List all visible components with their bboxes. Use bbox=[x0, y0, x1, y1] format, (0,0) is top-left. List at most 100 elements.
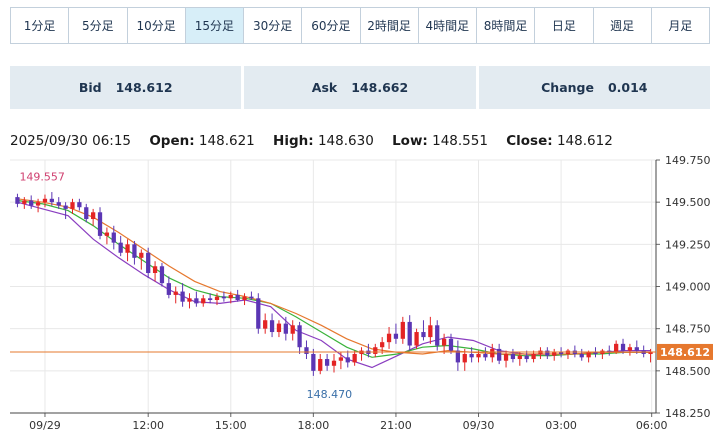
candle-body bbox=[42, 198, 48, 203]
candle-body bbox=[386, 333, 392, 343]
candle-body bbox=[173, 291, 178, 295]
candle-body bbox=[435, 325, 440, 346]
candle-body bbox=[15, 197, 20, 204]
min-price-label: 148.470 bbox=[307, 388, 353, 401]
y-tick-label: 149.500 bbox=[665, 196, 711, 209]
candle-body bbox=[524, 355, 529, 360]
x-tick-label: 06:00 bbox=[636, 419, 668, 432]
x-tick-label: 09/30 bbox=[463, 419, 495, 432]
candle-body bbox=[579, 353, 584, 358]
close-label: Close: bbox=[506, 133, 553, 149]
tab-monthly[interactable]: 月足 bbox=[651, 8, 709, 43]
candle-body bbox=[49, 198, 54, 203]
candle-body bbox=[331, 360, 337, 366]
candle-body bbox=[407, 321, 412, 346]
y-tick-label: 148.250 bbox=[665, 407, 711, 420]
tab-daily[interactable]: 日足 bbox=[535, 8, 594, 43]
ask-label: Ask bbox=[311, 80, 338, 95]
change-value: 0.014 bbox=[607, 80, 648, 95]
x-tick-label: 18:00 bbox=[298, 419, 330, 432]
tab-60min[interactable]: 60分足 bbox=[302, 8, 361, 43]
candle-body bbox=[84, 207, 89, 220]
candle-body bbox=[132, 244, 137, 258]
bid-value: 148.612 bbox=[115, 80, 173, 95]
candle-body bbox=[125, 244, 130, 253]
candle-body bbox=[614, 343, 619, 353]
candle-body bbox=[63, 205, 68, 209]
tab-10min[interactable]: 10分足 bbox=[127, 8, 186, 43]
candle-body bbox=[77, 202, 82, 208]
ohlc-readout: 2025/09/30 06:15 Open: 148.621 High: 148… bbox=[10, 133, 627, 149]
y-tick-label: 149.000 bbox=[665, 281, 711, 294]
tab-1min[interactable]: 1分足 bbox=[11, 8, 70, 43]
change-label: Change bbox=[541, 80, 594, 95]
open-label: Open: bbox=[149, 133, 195, 149]
candle-body bbox=[297, 325, 302, 348]
candle-body bbox=[249, 296, 254, 299]
candle-body bbox=[510, 353, 516, 360]
candle-body bbox=[620, 343, 626, 351]
bid-label: Bid bbox=[78, 80, 102, 95]
candle-body bbox=[490, 348, 495, 358]
ask-value: 148.662 bbox=[351, 80, 409, 95]
candle-body bbox=[201, 298, 206, 304]
candle-body bbox=[283, 323, 288, 334]
low-value: 148.551 bbox=[432, 133, 488, 149]
candle-body bbox=[634, 347, 639, 351]
candle-body bbox=[428, 325, 433, 338]
candle-body bbox=[503, 353, 509, 361]
candle-body bbox=[304, 347, 309, 354]
candle-body bbox=[242, 296, 247, 300]
x-tick-label: 15:00 bbox=[215, 419, 247, 432]
quote-panel: Bid 148.612 Ask 148.662 Change 0.014 bbox=[10, 66, 710, 109]
x-tick-label: 12:00 bbox=[132, 419, 164, 432]
candle-body bbox=[97, 212, 103, 236]
candle-body bbox=[414, 332, 419, 346]
candle-body bbox=[166, 283, 171, 295]
candle-body bbox=[497, 348, 502, 361]
candle-body bbox=[22, 200, 27, 204]
candle-body bbox=[276, 323, 282, 333]
bid-box: Bid 148.612 bbox=[10, 66, 242, 109]
candle-body bbox=[517, 355, 522, 360]
tab-4h[interactable]: 4時間足 bbox=[418, 8, 477, 43]
candle-body bbox=[263, 320, 268, 329]
candle-body bbox=[462, 353, 467, 363]
candle-body bbox=[373, 347, 378, 354]
candle-body bbox=[214, 296, 220, 300]
max-price-label: 149.557 bbox=[19, 171, 64, 184]
candle-body bbox=[318, 359, 323, 371]
change-box: Change 0.014 bbox=[478, 66, 710, 109]
candle-body bbox=[552, 352, 557, 356]
tab-30min[interactable]: 30分足 bbox=[244, 8, 303, 43]
high-label: High: bbox=[273, 133, 314, 149]
candle-body bbox=[207, 298, 213, 300]
ohlc-datetime: 2025/09/30 06:15 bbox=[10, 133, 132, 149]
tab-2h[interactable]: 2時間足 bbox=[360, 8, 419, 43]
candle-body bbox=[56, 202, 61, 206]
candle-body bbox=[70, 202, 75, 209]
candle-body bbox=[469, 353, 474, 358]
candlestick-chart[interactable]: 149.750 149.500 149.250 149.000 148.750 148.5… bbox=[0, 150, 720, 435]
tab-5min[interactable]: 5分足 bbox=[69, 8, 128, 43]
ask-box: Ask 148.662 bbox=[244, 66, 476, 109]
y-tick-label: 149.250 bbox=[665, 238, 711, 251]
candle-body bbox=[393, 333, 399, 339]
candle-body bbox=[111, 232, 116, 243]
tab-8h[interactable]: 8時間足 bbox=[477, 8, 536, 43]
candle-body bbox=[187, 298, 192, 302]
candle-body bbox=[593, 352, 598, 354]
candle-body bbox=[228, 294, 233, 299]
candle-body bbox=[531, 353, 536, 360]
candle-body bbox=[104, 232, 110, 236]
candle-body bbox=[448, 338, 454, 351]
candle-body bbox=[648, 352, 653, 354]
candle-body bbox=[290, 325, 295, 334]
candle-body bbox=[338, 357, 344, 361]
candle-body bbox=[235, 294, 240, 300]
tab-15min[interactable]: 15分足 bbox=[185, 8, 244, 43]
close-value: 148.612 bbox=[556, 133, 613, 149]
tab-weekly[interactable]: 週足 bbox=[593, 8, 652, 43]
y-tick-label: 149.750 bbox=[665, 154, 711, 167]
candle-body bbox=[627, 347, 633, 351]
